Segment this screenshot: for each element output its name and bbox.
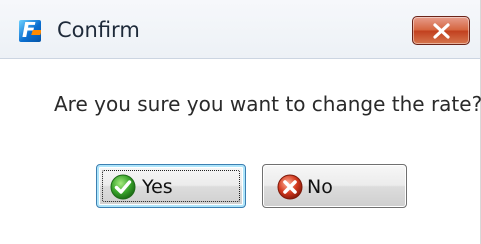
- confirm-dialog: F Confirm Are you sure you want to chang…: [0, 0, 481, 244]
- yes-button-label: Yes: [142, 176, 173, 198]
- close-button[interactable]: [412, 16, 470, 45]
- no-button[interactable]: No: [262, 164, 407, 208]
- no-button-label: No: [307, 176, 333, 198]
- yes-button[interactable]: Yes: [96, 164, 246, 208]
- title-bar[interactable]: F Confirm: [0, 0, 480, 59]
- window-title: Confirm: [57, 18, 140, 42]
- confirmation-message: Are you sure you want to change the rate…: [54, 92, 481, 116]
- check-icon: [110, 174, 136, 200]
- cancel-x-icon: [277, 174, 303, 200]
- close-icon: [433, 23, 450, 39]
- app-logo-icon: F: [19, 20, 41, 42]
